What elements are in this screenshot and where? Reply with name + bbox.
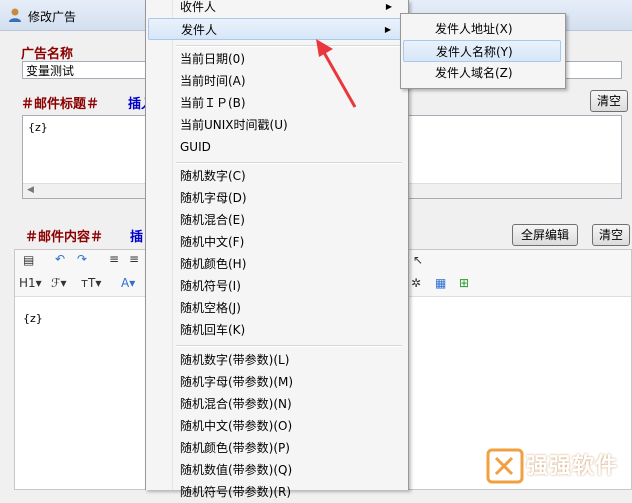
ad-name-label: 广告名称 bbox=[21, 47, 74, 62]
redo-icon[interactable]: ↷ bbox=[77, 252, 87, 266]
menu-item-label: 随机混合(带参数)(N) bbox=[180, 397, 292, 411]
logo-icon bbox=[486, 448, 524, 484]
size-label: тT bbox=[81, 276, 96, 290]
menu-item-label: 随机字母(D) bbox=[180, 191, 247, 205]
menu-item-label: 随机颜色(带参数)(P) bbox=[180, 441, 290, 455]
heading-select[interactable]: H1▾ bbox=[19, 276, 42, 290]
source-icon[interactable]: ▤ bbox=[23, 253, 34, 267]
menu-item-label: 随机中文(带参数)(O) bbox=[180, 419, 293, 433]
menu-item-label: 随机空格(J) bbox=[180, 301, 241, 315]
subject-label: ＃邮件标题＃ bbox=[21, 97, 100, 112]
align-left-icon[interactable]: ≡ bbox=[109, 252, 119, 266]
special-char-icon[interactable]: ✲ bbox=[411, 276, 421, 290]
scroll-left-icon[interactable]: ◀ bbox=[27, 185, 34, 195]
menu-item-label: 当前UNIX时间戳(U) bbox=[180, 118, 288, 132]
sender-submenu: 发件人地址(X) 发件人名称(Y) 发件人域名(Z) bbox=[400, 13, 566, 89]
menu-item-random-mixed[interactable]: 随机混合(E) bbox=[148, 209, 404, 231]
menu-item-random-chinese[interactable]: 随机中文(F) bbox=[148, 231, 404, 253]
menu-item-label: GUID bbox=[180, 140, 211, 154]
menu-item-label: 随机颜色(H) bbox=[180, 257, 247, 271]
body-text: {z} bbox=[23, 312, 43, 325]
menu-item-label: 收件人 bbox=[180, 0, 217, 14]
watermark-subtext: 工作室 bbox=[598, 477, 622, 486]
cursor-icon[interactable]: ↖ bbox=[413, 253, 423, 267]
clear-body-button[interactable]: 清空 bbox=[592, 224, 630, 246]
submenu-item-label: 发件人地址(X) bbox=[435, 22, 513, 36]
menu-item-label: 随机回车(K) bbox=[180, 323, 246, 337]
menu-item-label: 随机数值(带参数)(Q) bbox=[180, 463, 293, 477]
menu-separator bbox=[176, 162, 402, 164]
table-icon[interactable]: ▦ bbox=[435, 276, 446, 290]
body-label: ＃邮件内容＃ bbox=[25, 230, 104, 245]
menu-item-label: 当前ＩＰ(B) bbox=[180, 96, 246, 110]
submenu-item-sender-domain[interactable]: 发件人域名(Z) bbox=[403, 62, 561, 84]
menu-item-random-symbol[interactable]: 随机符号(I) bbox=[148, 275, 404, 297]
menu-item-random-letters-param[interactable]: 随机字母(带参数)(M) bbox=[148, 371, 404, 393]
menu-item-label: 随机符号(带参数)(R) bbox=[180, 485, 292, 499]
menu-item-random-space[interactable]: 随机空格(J) bbox=[148, 297, 404, 319]
menu-item-random-color-param[interactable]: 随机颜色(带参数)(P) bbox=[148, 437, 404, 459]
watermark-logo: 强强软件 工作室 bbox=[472, 442, 632, 490]
font-size-select[interactable]: тT▾ bbox=[81, 276, 101, 290]
font-color-select[interactable]: A▾ bbox=[121, 276, 135, 290]
menu-item-recipient[interactable]: 收件人 ▶ bbox=[148, 0, 404, 18]
menu-item-unix-timestamp[interactable]: 当前UNIX时间戳(U) bbox=[148, 114, 404, 136]
clear-subject-button[interactable]: 清空 bbox=[590, 90, 628, 112]
menu-item-label: 随机数字(带参数)(L) bbox=[180, 353, 290, 367]
submenu-item-label: 发件人域名(Z) bbox=[435, 66, 513, 80]
insert-variable-link-body[interactable]: 插 bbox=[130, 226, 143, 245]
menu-item-guid[interactable]: GUID bbox=[148, 136, 404, 158]
submenu-item-sender-name[interactable]: 发件人名称(Y) bbox=[403, 40, 561, 62]
menu-item-random-mixed-param[interactable]: 随机混合(带参数)(N) bbox=[148, 393, 404, 415]
fullscreen-edit-button[interactable]: 全屏编辑 bbox=[512, 224, 578, 246]
menu-item-random-digits[interactable]: 随机数字(C) bbox=[148, 165, 404, 187]
menu-item-label: 随机数字(C) bbox=[180, 169, 246, 183]
font-family-select[interactable]: ℱ▾ bbox=[51, 276, 66, 290]
submenu-arrow-icon: ▶ bbox=[384, 25, 391, 34]
user-icon bbox=[9, 8, 21, 22]
menu-item-random-number-param[interactable]: 随机数值(带参数)(Q) bbox=[148, 459, 404, 481]
menu-item-random-symbol-param[interactable]: 随机符号(带参数)(R) bbox=[148, 481, 404, 503]
menu-item-random-color[interactable]: 随机颜色(H) bbox=[148, 253, 404, 275]
menu-item-label: 当前时间(A) bbox=[180, 74, 246, 88]
menu-item-label: 当前日期(0) bbox=[180, 52, 245, 66]
menu-item-random-newline[interactable]: 随机回车(K) bbox=[148, 319, 404, 341]
menu-separator bbox=[176, 345, 402, 347]
align-center-icon[interactable]: ≡ bbox=[129, 252, 139, 266]
submenu-arrow-icon: ▶ bbox=[385, 2, 392, 11]
menu-item-random-chinese-param[interactable]: 随机中文(带参数)(O) bbox=[148, 415, 404, 437]
heading-label: H1 bbox=[19, 276, 36, 290]
menu-item-label: 随机中文(F) bbox=[180, 235, 245, 249]
annotation-arrow bbox=[316, 39, 357, 108]
insert-row-icon[interactable]: ⊞ bbox=[459, 276, 469, 290]
menu-item-label: 随机字母(带参数)(M) bbox=[180, 375, 294, 389]
menu-item-label: 随机符号(I) bbox=[180, 279, 241, 293]
submenu-item-sender-address[interactable]: 发件人地址(X) bbox=[403, 18, 561, 40]
window-title: 修改广告 bbox=[28, 10, 77, 24]
undo-icon[interactable]: ↶ bbox=[55, 252, 65, 266]
menu-item-random-digits-param[interactable]: 随机数字(带参数)(L) bbox=[148, 349, 404, 371]
menu-item-random-letters[interactable]: 随机字母(D) bbox=[148, 187, 404, 209]
menu-item-label: 随机混合(E) bbox=[180, 213, 245, 227]
color-label: A bbox=[121, 276, 130, 290]
menu-item-label: 发件人 bbox=[181, 23, 218, 37]
submenu-item-label: 发件人名称(Y) bbox=[436, 45, 513, 59]
subject-text: {z} bbox=[28, 121, 48, 134]
font-label: ℱ bbox=[51, 276, 61, 290]
